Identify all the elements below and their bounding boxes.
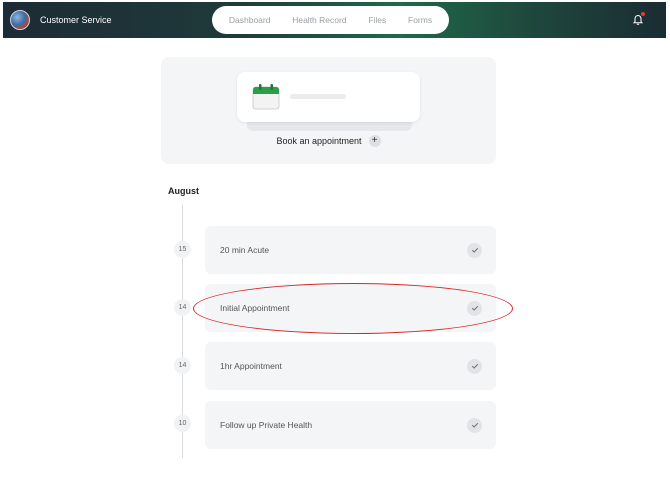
add-appointment-button[interactable]: + — [368, 135, 381, 147]
appointment-preview-card — [237, 72, 420, 122]
appointment-item[interactable]: Initial Appointment — [205, 284, 496, 332]
appointment-title: 1hr Appointment — [220, 361, 282, 371]
placeholder-text-line — [290, 94, 346, 99]
appointment-item[interactable]: Follow up Private Health — [205, 401, 496, 449]
check-icon — [467, 242, 482, 258]
book-appointment-card[interactable]: Book an appointment + — [161, 57, 496, 164]
check-icon — [467, 417, 482, 433]
brand[interactable]: Customer Service — [10, 10, 112, 30]
appointment-item[interactable]: 20 min Acute — [205, 226, 496, 274]
nav-files[interactable]: Files — [368, 15, 386, 25]
book-appointment-label: Book an appointment — [276, 136, 362, 146]
notification-badge — [641, 12, 645, 16]
calendar-icon — [252, 84, 280, 110]
book-appointment-row[interactable]: Book an appointment + — [161, 135, 496, 147]
check-icon — [467, 300, 482, 316]
appointment-title: Follow up Private Health — [220, 420, 313, 430]
avatar[interactable] — [10, 10, 30, 30]
check-icon — [467, 358, 482, 374]
day-badge: 14 — [174, 299, 191, 316]
day-badge: 14 — [174, 357, 191, 374]
nav-dashboard[interactable]: Dashboard — [229, 15, 271, 25]
appointment-title: Initial Appointment — [220, 303, 290, 313]
nav-health-record[interactable]: Health Record — [292, 15, 346, 25]
month-heading: August — [168, 186, 199, 196]
appointment-item[interactable]: 1hr Appointment — [205, 342, 496, 390]
main-nav: Dashboard Health Record Files Forms — [212, 6, 449, 34]
day-badge: 15 — [174, 241, 191, 258]
day-badge: 10 — [174, 415, 191, 432]
brand-name: Customer Service — [40, 15, 112, 25]
appointment-title: 20 min Acute — [220, 245, 270, 255]
top-navigation-bar: Customer Service Dashboard Health Record… — [3, 2, 666, 38]
nav-forms[interactable]: Forms — [408, 15, 432, 25]
